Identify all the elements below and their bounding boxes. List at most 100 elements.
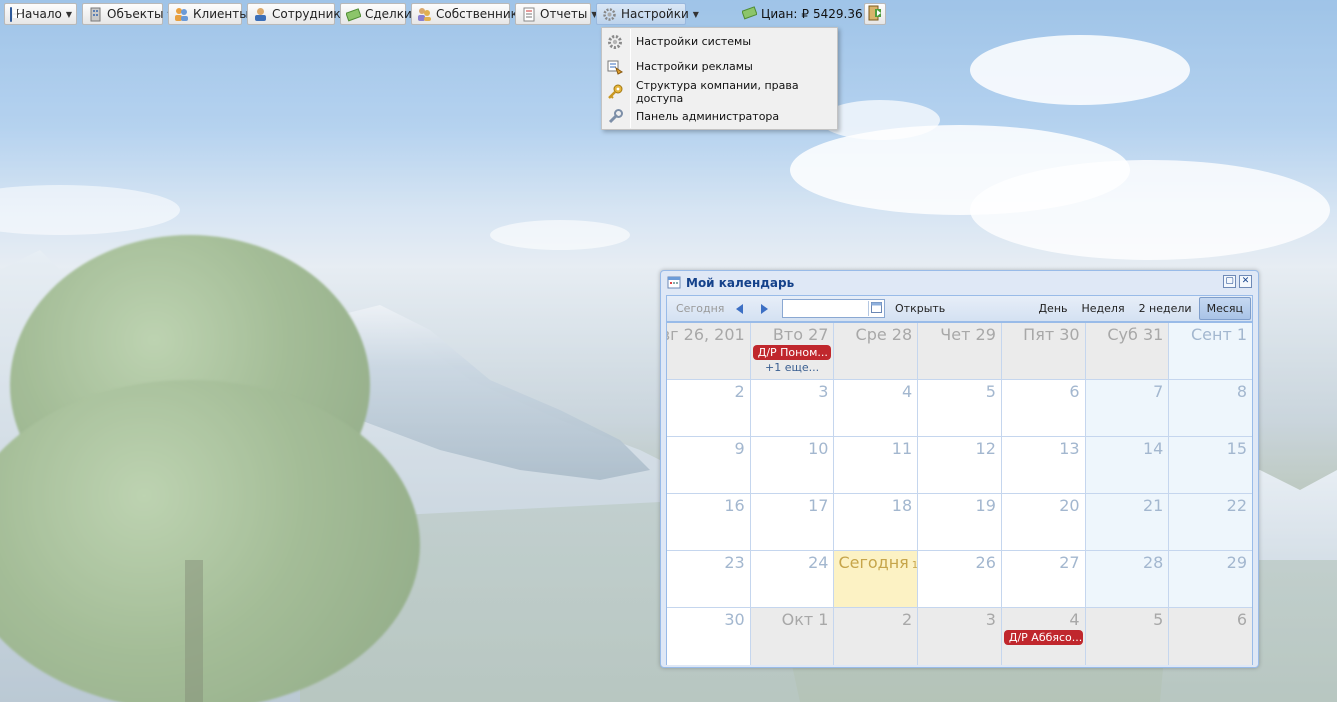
calendar-event[interactable]: Д/Р Аббясо... [1003, 630, 1083, 645]
nav-button-clients[interactable]: Клиенты [168, 3, 249, 25]
view-2weeks-button[interactable]: 2 недели [1132, 297, 1199, 320]
calendar-day-cell[interactable]: 17 [750, 494, 835, 550]
calendar-day-cell[interactable]: 12 [918, 437, 1002, 493]
exit-button[interactable] [864, 3, 886, 25]
calendar-day-cell[interactable]: 4 [834, 380, 919, 436]
nav-button-settings[interactable]: Настройки ▼ [596, 3, 699, 25]
day-label: Сент 1 [1190, 325, 1248, 344]
more-events-link[interactable]: +1 еще... [751, 361, 834, 374]
menu-item-company-structure[interactable]: Структура компании, права доступа [602, 79, 837, 105]
calendar-day-cell[interactable]: Вто 27 Д/Р Поном... +1 еще... [750, 323, 835, 379]
nav-button-reports[interactable]: Отчеты ▼ [515, 3, 598, 25]
calendar-day-cell[interactable]: 5 [918, 380, 1002, 436]
calendar-window: Мой календарь ▢ ✕ Сегодня Открыть День Н… [660, 270, 1259, 668]
calendar-day-cell[interactable]: 21 [1085, 494, 1170, 550]
calendar-day-cell[interactable]: Сре 28 [834, 323, 919, 379]
today-button[interactable]: Сегодня [676, 302, 726, 315]
nav-label: Клиенты [193, 7, 249, 21]
nav-button-objects[interactable]: Объекты ▼ [82, 3, 174, 25]
calendar-day-cell[interactable]: 14 [1085, 437, 1170, 493]
calendar-toolbar: Сегодня Открыть День Неделя 2 недели Мес… [666, 295, 1253, 322]
calendar-day-cell[interactable]: 3 [918, 608, 1002, 665]
day-number: Окт 1 [782, 610, 829, 629]
day-label: Вто 27 [772, 325, 829, 344]
calendar-day-cell[interactable]: 3 [750, 380, 835, 436]
calendar-day-cell[interactable]: 4 Д/Р Аббясо... [1001, 608, 1086, 665]
calendar-day-cell[interactable]: 5 [1085, 608, 1170, 665]
calendar-day-cell[interactable]: Авг 26, 201 [667, 323, 751, 379]
day-number: 7 [1153, 382, 1163, 401]
view-day-button[interactable]: День [1031, 297, 1074, 320]
calendar-day-cell[interactable]: Суб 31 [1085, 323, 1170, 379]
view-month-button[interactable]: Месяц [1198, 297, 1251, 320]
calendar-day-cell[interactable]: 18 [834, 494, 919, 550]
calendar-day-cell[interactable]: 2 [667, 380, 751, 436]
calendar-day-cell[interactable]: 30 [667, 608, 751, 665]
calendar-day-cell[interactable]: 8 [1169, 380, 1253, 436]
view-week-button[interactable]: Неделя [1075, 297, 1132, 320]
calendar-day-cell[interactable]: Сегодня10 [834, 551, 919, 607]
calendar-day-cell[interactable]: 22 [1169, 494, 1253, 550]
calendar-day-cell[interactable]: 6 [1169, 608, 1253, 665]
calendar-day-cell[interactable]: 9 [667, 437, 751, 493]
calendar-day-cell[interactable]: Окт 1 [750, 608, 835, 665]
nav-button-owners[interactable]: Собственники [411, 3, 526, 25]
day-number: 28 [1143, 553, 1163, 572]
open-button[interactable]: Открыть [895, 302, 945, 315]
calendar-day-cell[interactable]: 23 [667, 551, 751, 607]
day-label: 24 [808, 553, 829, 572]
menu-item-system-settings[interactable]: Настройки системы [602, 29, 837, 54]
menu-item-label: Настройки рекламы [636, 60, 753, 73]
calendar-day-cell[interactable]: 24 [750, 551, 835, 607]
exit-door-icon [867, 5, 883, 24]
calendar-day-cell[interactable]: 13 [1001, 437, 1086, 493]
day-number: 3 [818, 382, 828, 401]
calendar-day-cell[interactable]: 20 [1001, 494, 1086, 550]
date-picker-trigger[interactable] [868, 301, 883, 316]
maximize-button[interactable]: ▢ [1223, 275, 1236, 288]
day-number: Пят 30 [1023, 325, 1079, 344]
day-number: 22 [1227, 496, 1247, 515]
next-arrow-icon[interactable] [760, 303, 768, 314]
calendar-day-cell[interactable]: 28 [1085, 551, 1170, 607]
calendar-day-cell[interactable]: 15 [1169, 437, 1253, 493]
calendar-week-row: 16 17 18 19 20 21 22 [667, 494, 1253, 551]
view-label: 2 недели [1138, 302, 1192, 315]
calendar-event[interactable]: Д/Р Поном... [752, 345, 832, 360]
day-number: Чет 29 [940, 325, 996, 344]
date-field[interactable] [782, 299, 885, 318]
calendar-day-cell[interactable]: 11 [834, 437, 919, 493]
calendar-day-cell[interactable]: Пят 30 [1001, 323, 1086, 379]
calendar-day-cell[interactable]: 19 [918, 494, 1002, 550]
calendar-day-cell[interactable]: Сент 1 [1169, 323, 1253, 379]
calendar-day-cell[interactable]: 6 [1001, 380, 1086, 436]
nav-button-home[interactable]: Начало ▼ [4, 3, 77, 25]
employee-icon [253, 7, 268, 22]
calendar-day-cell[interactable]: Чет 29 [918, 323, 1002, 379]
settings-menu: Настройки системы Настройки рекламы Стру… [601, 27, 838, 130]
calendar-day-cell[interactable]: 27 [1001, 551, 1086, 607]
day-number: 18 [892, 496, 912, 515]
day-number: 9 [735, 439, 745, 458]
calendar-day-cell[interactable]: 16 [667, 494, 751, 550]
calendar-day-cell[interactable]: 10 [750, 437, 835, 493]
nav-button-employees[interactable]: Сотрудники [247, 3, 348, 25]
nav-button-deals[interactable]: Сделки [340, 3, 412, 25]
day-label: 18 [891, 496, 913, 515]
calendar-day-cell[interactable]: 26 [918, 551, 1002, 607]
calendar-day-cell[interactable]: 29 [1169, 551, 1253, 607]
day-number: 23 [724, 553, 744, 572]
calendar-icon [667, 275, 681, 292]
calendar-day-cell[interactable]: 2 [834, 608, 919, 665]
prev-arrow-icon[interactable] [736, 303, 744, 314]
menu-item-ads-settings[interactable]: Настройки рекламы [602, 54, 837, 79]
day-label: 16 [724, 496, 745, 515]
day-number: Сре 28 [856, 325, 913, 344]
calendar-week-row: 9 10 11 12 13 14 15 [667, 437, 1253, 494]
window-controls: ▢ ✕ [1223, 275, 1252, 288]
menu-item-admin-panel[interactable]: Панель администратора [602, 104, 837, 129]
close-button[interactable]: ✕ [1239, 275, 1252, 288]
calendar-day-cell[interactable]: 7 [1085, 380, 1170, 436]
calendar-window-header[interactable]: Мой календарь [661, 271, 1258, 295]
day-label: Авг 26, 201 [667, 325, 745, 344]
